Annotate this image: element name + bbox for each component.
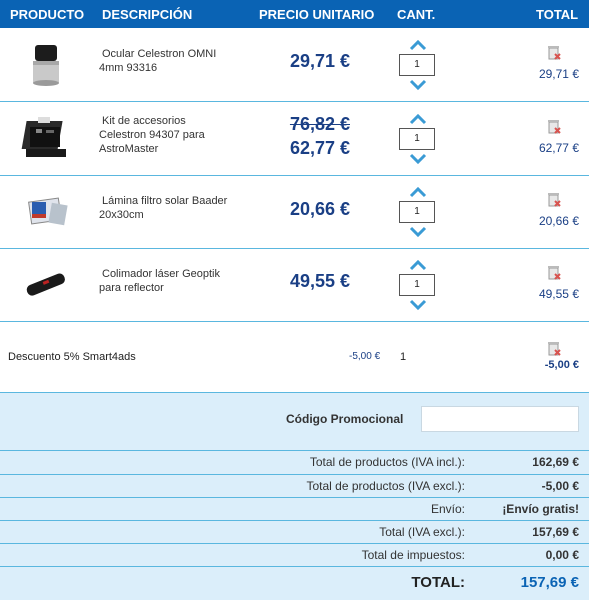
summary-value: 0,00 € <box>545 548 579 562</box>
quantity-increase-icon[interactable] <box>409 186 427 198</box>
unit-price: 49,55 € <box>289 271 350 291</box>
summary-line: Total de productos (IVA incl.): 162,69 € <box>0 450 589 474</box>
promo-code-label: Código Promocional <box>286 412 404 426</box>
summary-label: Envío: <box>430 502 465 516</box>
header-product: PRODUCTO <box>10 7 85 22</box>
grand-total-label: TOTAL: <box>411 574 465 591</box>
shipping-value: ¡Envío gratis! <box>502 502 579 516</box>
promo-code-input[interactable] <box>421 406 579 432</box>
accessory-kit-icon[interactable] <box>20 113 72 165</box>
line-total: 20,66 € <box>538 214 579 228</box>
delete-icon[interactable] <box>546 44 562 60</box>
discount-unit-value: -5,00 € <box>349 351 381 362</box>
quantity-input[interactable]: 1 <box>399 54 435 76</box>
solar-filter-icon[interactable] <box>20 186 72 238</box>
grand-total-line: TOTAL: 157,69 € <box>0 566 589 601</box>
line-total: 62,77 € <box>538 141 579 155</box>
header-unit-price: PRECIO UNITARIO <box>259 7 375 22</box>
cart-row: Ocular Celestron OMNI 4mm 93316 29,71 € … <box>0 29 589 102</box>
product-name-line2[interactable]: para reflector <box>99 281 239 295</box>
summary-value: -5,00 € <box>541 479 579 493</box>
quantity-decrease-icon[interactable] <box>409 226 427 238</box>
header-total: TOTAL <box>536 7 579 22</box>
product-name-line2[interactable]: 20x30cm <box>99 208 239 222</box>
discount-label: Descuento 5% Smart4ads <box>8 351 136 363</box>
summary-label: Total de productos (IVA incl.): <box>309 455 465 469</box>
summary-line: Envío: ¡Envío gratis! <box>0 497 589 521</box>
quantity-increase-icon[interactable] <box>409 113 427 125</box>
old-price: 76,82 € <box>289 114 350 134</box>
product-name-line1[interactable]: Colimador láser Geoptik <box>99 267 239 281</box>
product-name-line2[interactable]: Celestron 94307 para <box>99 128 239 142</box>
product-name-line1[interactable]: Lámina filtro solar Baader <box>99 194 239 208</box>
summary-label: Total de impuestos: <box>361 548 465 562</box>
quantity-input[interactable]: 1 <box>399 128 435 150</box>
quantity-input[interactable]: 1 <box>399 201 435 223</box>
cart-row: Lámina filtro solar Baader 20x30cm 20,66… <box>0 176 589 249</box>
quantity-decrease-icon[interactable] <box>409 299 427 311</box>
summary-line: Total de productos (IVA excl.): -5,00 € <box>0 474 589 498</box>
cart-row: Colimador láser Geoptik para reflector 4… <box>0 249 589 322</box>
delete-icon[interactable] <box>546 340 562 356</box>
cart-header: PRODUCTO DESCRIPCIÓN PRECIO UNITARIO CAN… <box>0 0 589 28</box>
discount-qty: 1 <box>400 351 407 363</box>
line-total: 49,55 € <box>538 287 579 301</box>
discount-row: Descuento 5% Smart4ads -5,00 € 1 -5,00 € <box>0 322 589 393</box>
delete-icon[interactable] <box>546 118 562 134</box>
summary-line: Total de impuestos: 0,00 € <box>0 543 589 567</box>
delete-icon[interactable] <box>546 264 562 280</box>
unit-price: 29,71 € <box>289 51 350 71</box>
unit-price: 62,77 € <box>289 138 350 158</box>
discount-total: -5,00 € <box>544 359 579 371</box>
product-name-line1[interactable]: Ocular Celestron OMNI <box>99 47 239 61</box>
quantity-decrease-icon[interactable] <box>409 79 427 91</box>
quantity-increase-icon[interactable] <box>409 39 427 51</box>
cart-row: Kit de accesorios Celestron 94307 para A… <box>0 103 589 176</box>
product-name-line3[interactable]: AstroMaster <box>99 142 239 156</box>
summary-value: 162,69 € <box>532 455 579 469</box>
summary-label: Total de productos (IVA excl.): <box>306 479 465 493</box>
quantity-input[interactable]: 1 <box>399 274 435 296</box>
summary-value: 157,69 € <box>532 525 579 539</box>
quantity-decrease-icon[interactable] <box>409 153 427 165</box>
eyepiece-icon[interactable] <box>20 39 72 91</box>
product-name-line2[interactable]: 4mm 93316 <box>99 61 239 75</box>
quantity-increase-icon[interactable] <box>409 259 427 271</box>
summary-label: Total (IVA excl.): <box>379 525 465 539</box>
unit-price: 20,66 € <box>289 199 350 219</box>
summary-line: Total (IVA excl.): 157,69 € <box>0 520 589 544</box>
header-description: DESCRIPCIÓN <box>102 7 193 22</box>
header-quantity: CANT. <box>397 7 436 22</box>
laser-collimator-icon[interactable] <box>20 259 72 311</box>
product-name-line1[interactable]: Kit de accesorios <box>99 114 239 128</box>
line-total: 29,71 € <box>538 67 579 81</box>
grand-total-value: 157,69 € <box>520 574 579 591</box>
delete-icon[interactable] <box>546 191 562 207</box>
cart-summary: Código Promocional Total de productos (I… <box>0 393 589 600</box>
